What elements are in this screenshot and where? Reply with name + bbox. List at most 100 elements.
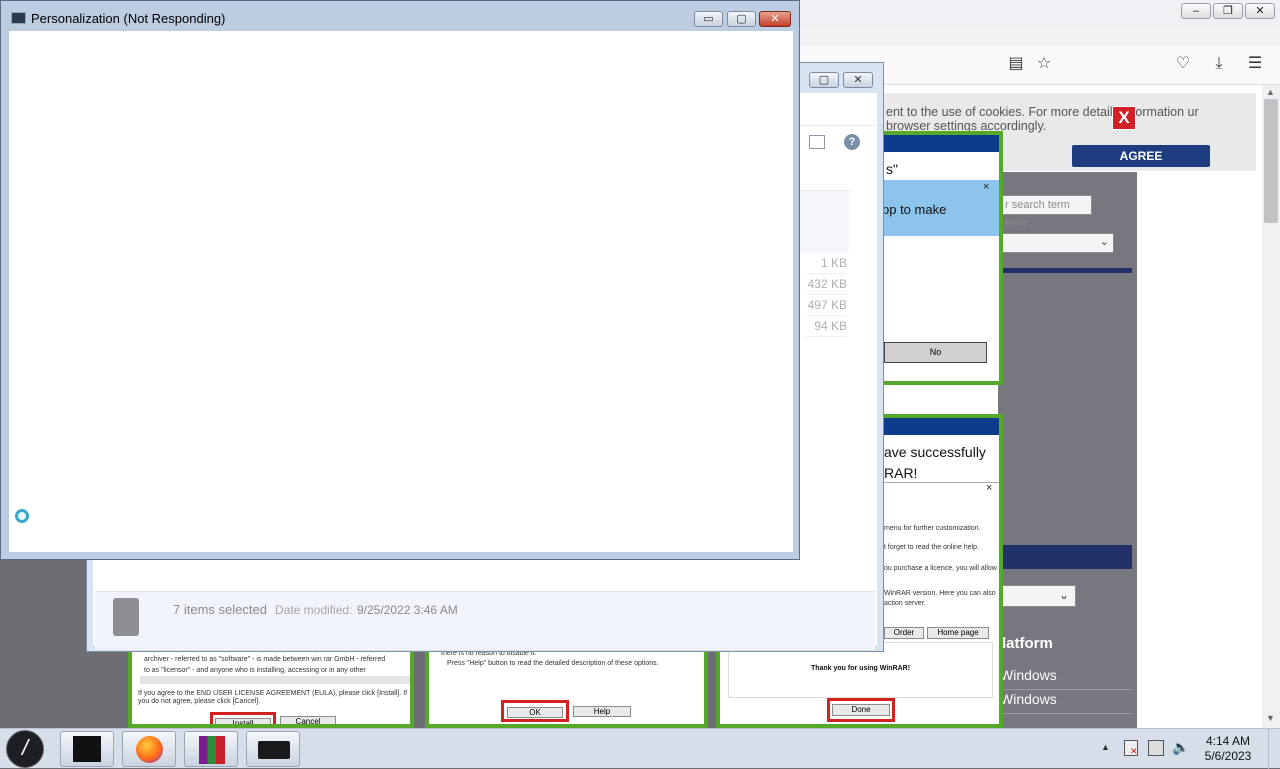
nav-bar: [998, 268, 1132, 273]
close-icon[interactable]: ×: [983, 181, 989, 193]
show-hidden-icons-icon[interactable]: ▲: [1101, 742, 1110, 752]
date-modified-value: 9/25/2022 3:46 AM: [357, 603, 458, 617]
eula-instructions: If you agree to the END USER LICENSE AGR…: [138, 690, 408, 705]
action-center-icon[interactable]: ✕: [1124, 740, 1138, 756]
file-size[interactable]: 497 KB: [805, 295, 847, 316]
heading-line: ave successfully: [884, 444, 986, 460]
browser-titlebar: – ❐ ✕: [798, 0, 1280, 26]
options-line: Press "Help" button to read the detailed…: [447, 660, 659, 667]
maximize-button[interactable]: ▢: [727, 11, 756, 27]
info-line: menu for further customization.: [884, 525, 981, 532]
cancel-button[interactable]: Cancel: [280, 716, 336, 724]
scroll-down-icon[interactable]: ▼: [1266, 713, 1275, 723]
tile-info-panel: pp to make ×: [882, 180, 999, 236]
clock-time: 4:14 AM: [1205, 734, 1251, 748]
preview-pane-icon[interactable]: [809, 135, 825, 149]
window-title: Personalization (Not Responding): [31, 11, 226, 26]
home-page-button[interactable]: Home page: [927, 627, 989, 639]
minimize-button[interactable]: ▭: [694, 11, 723, 27]
control-panel-icon: [11, 12, 26, 24]
heading-line: RAR!: [884, 465, 918, 481]
taskbar-app-winrar[interactable]: [184, 731, 238, 767]
highlight-box: Done: [827, 698, 895, 722]
eula-line: to as "licensor" - and anyone who is ins…: [144, 667, 366, 674]
menu-icon[interactable]: ☰: [1243, 52, 1267, 76]
clock-date: 5/6/2023: [1204, 749, 1252, 763]
platform-item-windows[interactable]: Windows: [1000, 691, 1132, 714]
maximize-icon: ▢: [809, 72, 839, 88]
section-bar: [998, 545, 1132, 569]
order-button[interactable]: Order: [884, 627, 924, 639]
device-manager-icon: [258, 741, 290, 759]
install-button[interactable]: Install: [215, 718, 271, 724]
category-select[interactable]: ⌄: [998, 233, 1114, 253]
explorer-details-pane: 7 items selected Date modified: 9/25/202…: [95, 591, 875, 650]
info-line: action server.: [884, 600, 926, 607]
eula-scrollbar[interactable]: [140, 676, 410, 684]
overlay-tile-dialog: s" pp to make × No: [878, 131, 1003, 385]
file-stack-icon: [113, 598, 139, 636]
taskbar: / ▲ ✕ 🔈 4:14 AM 5/6/2023: [0, 728, 1280, 769]
reader-view-icon[interactable]: ▤: [1004, 52, 1028, 76]
error-badge-icon: ✕: [1130, 746, 1138, 756]
agree-button[interactable]: AGREE: [1072, 145, 1210, 167]
show-desktop-button[interactable]: [1268, 729, 1280, 769]
divider: [884, 482, 999, 483]
window-client-area: [9, 31, 793, 552]
pocket-icon[interactable]: ♡: [1171, 52, 1195, 76]
start-button[interactable]: /: [6, 730, 44, 768]
network-icon[interactable]: [1148, 740, 1164, 756]
items-selected-text: 7 items selected: [173, 602, 267, 617]
browser-minimize-button[interactable]: –: [1181, 3, 1211, 19]
explorer-close-button[interactable]: ✕: [843, 72, 873, 88]
close-icon: ✕: [843, 72, 873, 88]
date-modified-label: Date modified:: [275, 603, 353, 617]
info-line: t forget to read the online help.: [884, 544, 979, 551]
downloads-icon[interactable]: ⤓: [1207, 52, 1231, 76]
winrar-icon: [199, 736, 225, 764]
cookie-close-button[interactable]: X: [1112, 106, 1136, 130]
done-button[interactable]: Done: [832, 704, 890, 716]
no-button[interactable]: No: [884, 342, 987, 363]
overlay-tile-options: there is no reason to disable it. Press …: [425, 644, 708, 728]
tile-titlebar: [882, 135, 999, 152]
browser-close-button[interactable]: ✕: [1245, 3, 1275, 19]
volume-muted-icon[interactable]: 🔈: [1172, 739, 1189, 756]
scrollbar-thumb[interactable]: [1264, 99, 1278, 223]
cookie-text: ent to the use of cookies. For more deta…: [886, 105, 1199, 133]
eula-line: archiver - referred to as "software" - i…: [144, 656, 386, 663]
search-input[interactable]: r search term here: [1000, 195, 1092, 229]
taskbar-app-device[interactable]: [246, 731, 300, 767]
overlay-tile-eula: archiver - referred to as "software" - i…: [128, 644, 414, 728]
file-list-header: [799, 190, 849, 253]
tile-info-text: pp to make: [882, 202, 947, 217]
close-icon[interactable]: ×: [986, 482, 992, 494]
thanks-text: Thank you for using WinRAR!: [810, 665, 911, 672]
bookmark-star-icon[interactable]: ☆: [1032, 52, 1056, 76]
chevron-down-icon: ⌄: [1058, 588, 1069, 602]
explorer-maximize-button[interactable]: ▢: [809, 72, 839, 88]
platform-item-windows[interactable]: Windows: [1000, 667, 1132, 690]
help-icon[interactable]: ?: [844, 134, 860, 150]
close-button[interactable]: ✕: [759, 11, 791, 27]
help-button[interactable]: Help: [573, 706, 631, 717]
file-size[interactable]: 1 KB: [805, 253, 847, 274]
ok-button[interactable]: OK: [507, 707, 563, 718]
firefox-icon: [136, 736, 163, 763]
highlight-box: Install: [210, 712, 276, 724]
taskbar-app-archive[interactable]: [60, 731, 114, 767]
clock[interactable]: 4:14 AM 5/6/2023: [1196, 734, 1260, 764]
scroll-up-icon[interactable]: ▲: [1266, 87, 1275, 97]
info-line: ou purchase a licence, you will allow: [884, 565, 997, 572]
chevron-down-icon: ⌄: [1099, 236, 1109, 248]
taskbar-app-firefox[interactable]: [122, 731, 176, 767]
file-size[interactable]: 94 KB: [805, 316, 847, 337]
tile-heading: ave successfully RAR!: [884, 442, 986, 484]
archive-icon: [73, 736, 101, 762]
browser-restore-button[interactable]: ❐: [1213, 3, 1243, 19]
file-size[interactable]: 432 KB: [805, 274, 847, 295]
tile-heading: s": [886, 161, 898, 177]
page-scrollbar[interactable]: ▲ ▼: [1262, 85, 1280, 728]
platform-select[interactable]: ⌄: [998, 585, 1076, 607]
personalization-window: Personalization (Not Responding) ▭ ▢ ✕: [0, 0, 800, 560]
